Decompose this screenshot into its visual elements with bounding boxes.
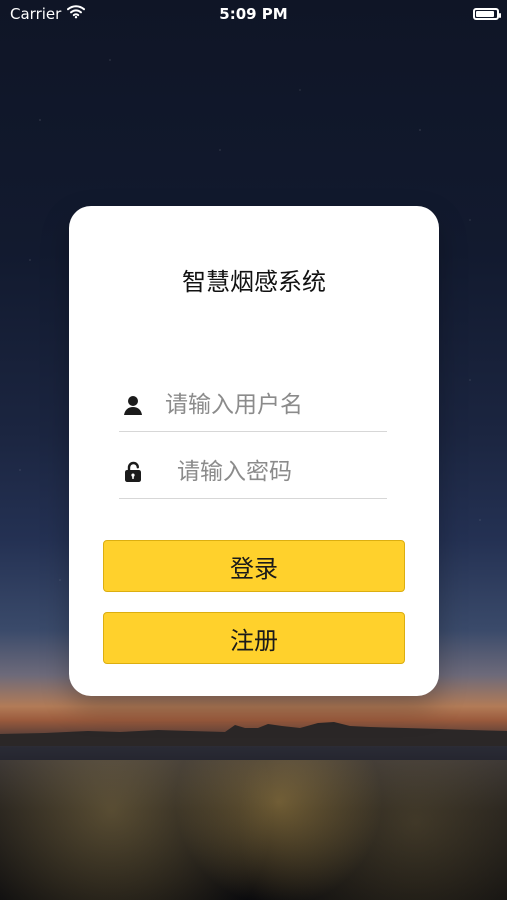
mountain-silhouette xyxy=(0,722,507,746)
status-left: Carrier xyxy=(10,5,86,23)
password-field[interactable] xyxy=(119,445,387,499)
battery-icon xyxy=(473,8,501,20)
user-icon xyxy=(119,391,147,419)
status-bar: Carrier 5:09 PM xyxy=(0,0,507,28)
status-time: 5:09 PM xyxy=(219,5,288,23)
wifi-icon xyxy=(67,5,86,23)
carrier-label: Carrier xyxy=(10,5,62,23)
login-button[interactable]: 登录 xyxy=(103,540,405,592)
app-title: 智慧烟感系统 xyxy=(182,268,326,296)
username-field[interactable] xyxy=(119,378,387,432)
lock-open-icon xyxy=(119,458,147,486)
password-input[interactable] xyxy=(165,458,375,485)
login-card: 智慧烟感系统 登录 注册 xyxy=(69,206,439,696)
register-button[interactable]: 注册 xyxy=(103,612,405,664)
city-lights xyxy=(0,760,507,900)
battery-level xyxy=(476,11,494,17)
username-input[interactable] xyxy=(165,391,375,418)
